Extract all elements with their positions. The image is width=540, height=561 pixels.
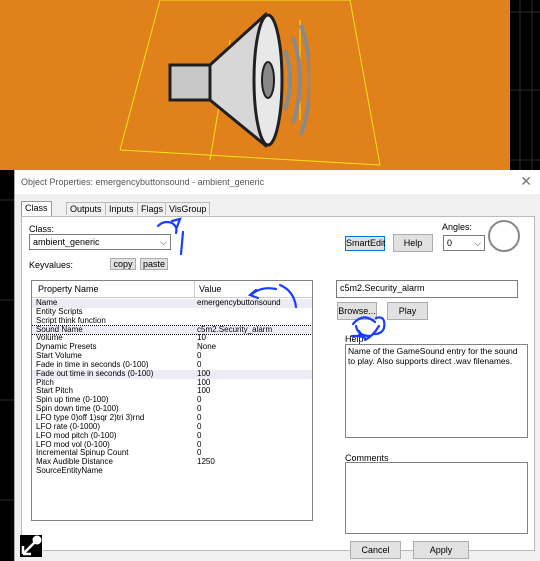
value-input[interactable]: c5m2.Security_alarm (336, 280, 518, 298)
smartedit-button[interactable]: SmartEdit (345, 236, 386, 251)
tab-class-info[interactable]: Class Info (21, 201, 52, 226)
play-button[interactable]: Play (387, 302, 428, 320)
table-row[interactable]: Fade out time in seconds (0-100) 100 (32, 369, 312, 379)
class-label: Class: (29, 224, 55, 234)
help-text-box: Name of the GameSound entry for the soun… (345, 344, 528, 438)
angle-dial[interactable] (488, 220, 520, 252)
column-value[interactable]: Value (199, 284, 221, 294)
grid-rows: Name emergencybuttonsound Entity Scripts … (32, 298, 312, 476)
grid-header: Property Name Value (32, 281, 312, 298)
class-select[interactable]: ambient_generic ⌵ (29, 234, 171, 250)
title-bar: Object Properties: emergencybuttonsound … (15, 170, 540, 194)
column-separator[interactable] (194, 281, 195, 297)
speaker-icon[interactable] (150, 5, 310, 155)
cancel-button[interactable]: Cancel (350, 541, 401, 559)
chevron-down-icon: ⌵ (474, 238, 481, 248)
tab-outputs[interactable]: Outputs (66, 202, 106, 215)
keyvalues-grid[interactable]: Property Name Value Name emergencybuttons… (31, 280, 313, 521)
help-button[interactable]: Help (393, 234, 433, 252)
angles-select[interactable]: 0 ⌵ (443, 235, 485, 251)
help-heading: Help (345, 334, 364, 344)
browse-button[interactable]: Browse... (337, 302, 377, 320)
tab-visgroup[interactable]: VisGroup (165, 202, 211, 215)
keyvalues-label: Keyvalues: (29, 260, 74, 270)
chevron-down-icon: ⌵ (160, 237, 167, 247)
paste-button[interactable]: paste (140, 258, 168, 270)
column-property-name[interactable]: Property Name (38, 284, 99, 294)
tab-inputs[interactable]: Inputs (105, 202, 138, 215)
close-icon[interactable]: ✕ (520, 173, 532, 190)
table-row[interactable]: SourceEntityName (32, 466, 312, 476)
copy-button[interactable]: copy (110, 258, 136, 270)
tab-flags[interactable]: Flags (137, 202, 168, 215)
comments-textarea[interactable] (345, 462, 528, 534)
dialog-title: Object Properties: emergencybuttonsound … (21, 177, 265, 187)
object-properties-dialog: Object Properties: emergencybuttonsound … (14, 170, 540, 561)
cursor-tool-icon[interactable] (20, 535, 42, 557)
table-row[interactable]: Pitch 100 (32, 378, 312, 388)
angles-label: Angles: (442, 222, 473, 232)
table-row-selected[interactable]: Sound Name c5m2.Security_alarm (32, 324, 312, 336)
apply-button[interactable]: Apply (413, 541, 469, 559)
